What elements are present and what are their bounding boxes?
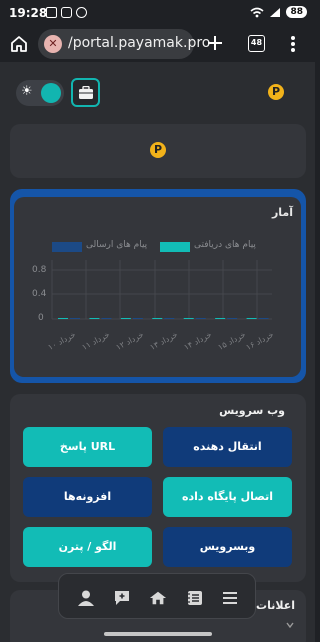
bottom-nav <box>58 573 256 619</box>
web-service-title: وب سرویس <box>219 404 285 417</box>
url-reply-button[interactable]: پاسخ URL <box>23 427 152 467</box>
chart-bar-sent <box>101 318 112 319</box>
contacts-icon[interactable] <box>186 590 204 606</box>
y-tick-label: 0.4 <box>32 289 47 299</box>
scroll-indicator-icon <box>286 622 294 628</box>
db-connect-button[interactable]: اتصال پایگاه داده <box>163 477 292 517</box>
gesture-bar <box>104 632 212 636</box>
home-nav-icon[interactable] <box>149 590 167 606</box>
transfer-button[interactable]: انتقال دهنده <box>163 427 292 467</box>
notifications-title: اعلانات <box>256 599 295 612</box>
chart-bar-received <box>120 318 131 319</box>
page: 19:28 88 ✕ /portal.payamak.pro 48 ☀ P P <box>0 0 315 642</box>
chart-bar-received <box>183 318 194 319</box>
chart-bar-sent <box>227 318 238 319</box>
y-tick-label: 0 <box>38 313 44 323</box>
webservice-button[interactable]: وبسرویس <box>163 527 292 567</box>
profile-icon[interactable] <box>77 590 95 606</box>
chart-bar-sent <box>164 318 175 319</box>
hamburger-menu-icon[interactable] <box>221 590 239 606</box>
chart-grid <box>51 260 272 320</box>
y-tick-label: 0.8 <box>32 265 47 275</box>
addons-button[interactable]: افزونه‌ها <box>23 477 152 517</box>
chart-bar-sent <box>132 318 143 319</box>
chart-bar-received <box>152 318 163 319</box>
chart-bar-received <box>58 318 68 319</box>
chart-bar-sent <box>195 318 206 319</box>
chart-bar-sent <box>70 318 80 319</box>
pattern-button[interactable]: الگو / پترن <box>23 527 152 567</box>
new-message-icon[interactable] <box>113 590 131 606</box>
chart-bar-sent <box>258 318 269 319</box>
chart-bar-received <box>246 318 257 319</box>
chart-bar-received <box>89 318 100 319</box>
chart-bar-received <box>215 318 226 319</box>
